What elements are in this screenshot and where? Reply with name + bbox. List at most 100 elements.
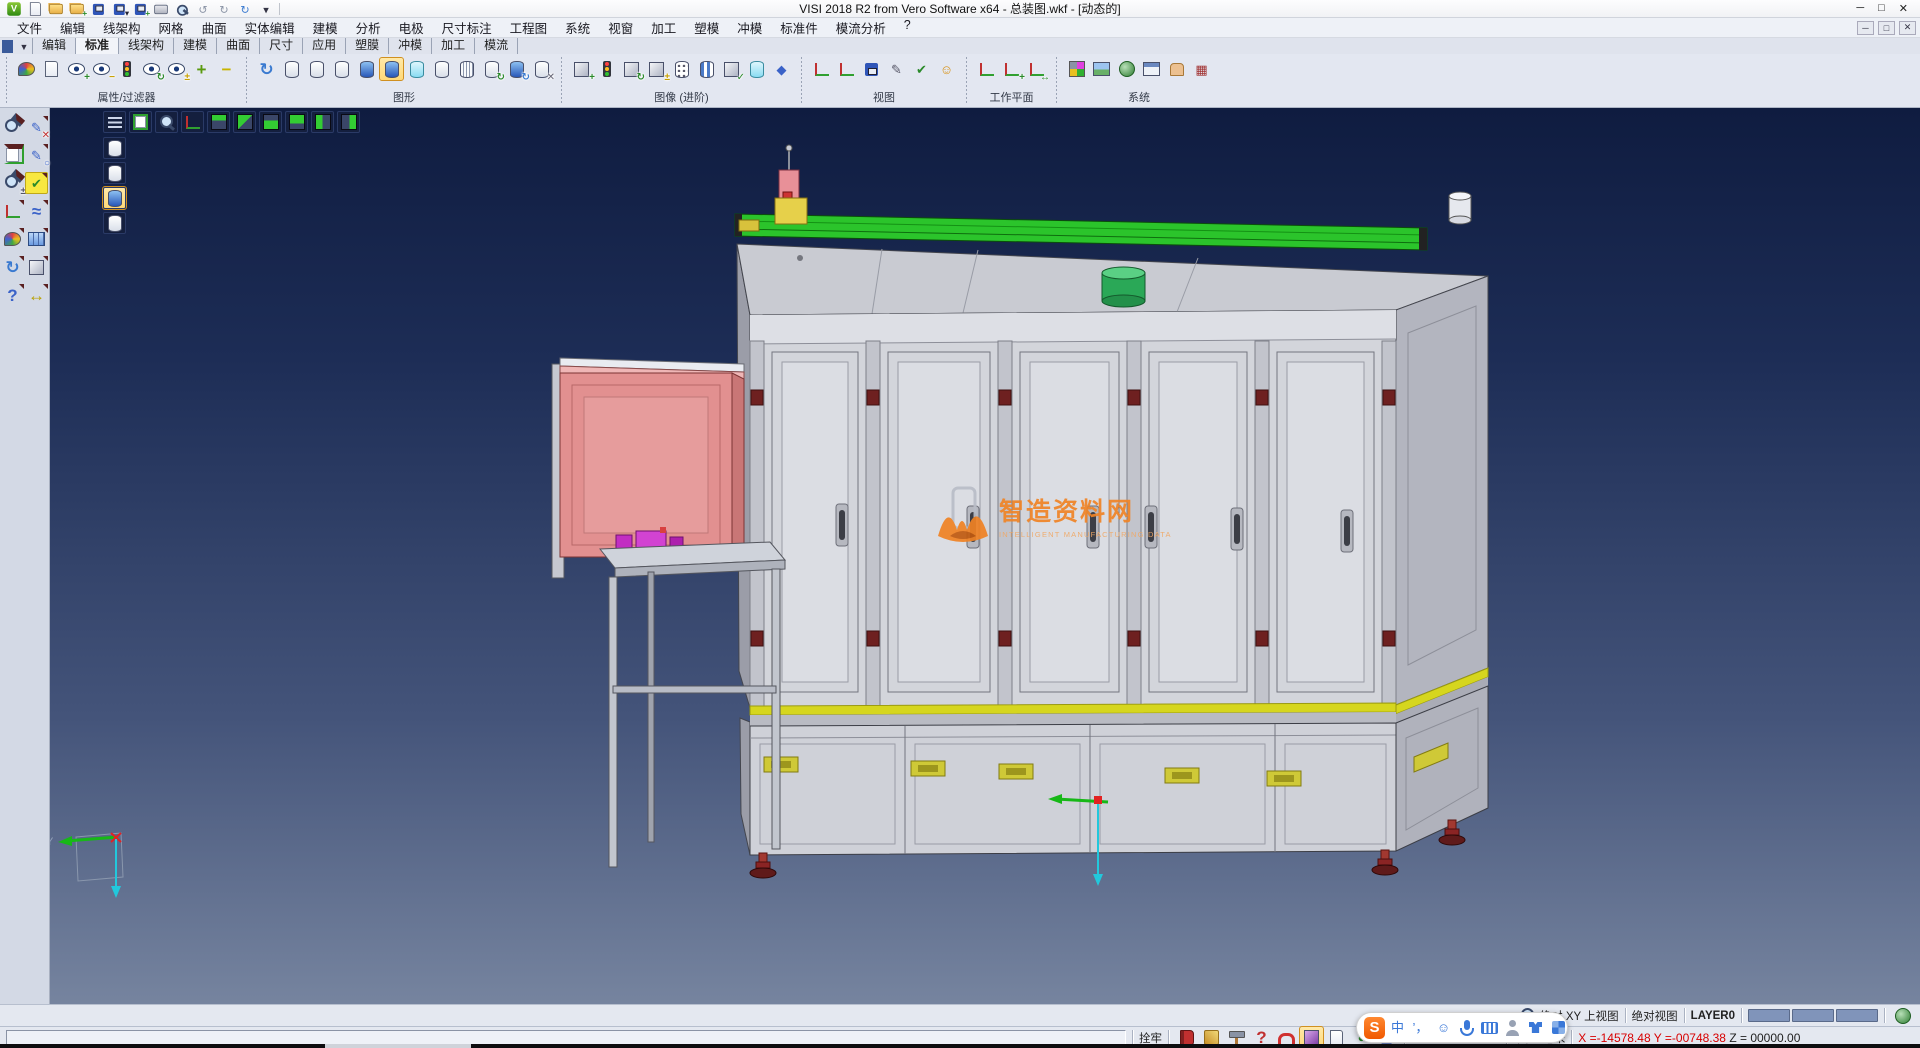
grid-icon[interactable] — [25, 228, 48, 250]
ime-punctuation[interactable]: ’， — [1410, 1017, 1431, 1039]
sketch-circle-icon[interactable]: ✎○ — [25, 144, 48, 166]
menu-曲面[interactable]: 曲面 — [193, 16, 236, 39]
menu-视窗[interactable]: 视窗 — [599, 16, 642, 39]
layer-white-2-icon[interactable] — [305, 58, 328, 80]
menu-模流分析[interactable]: 模流分析 — [827, 16, 895, 39]
ime-account-icon[interactable] — [1502, 1017, 1523, 1039]
workplane-main-icon[interactable] — [975, 58, 998, 80]
snap-settings-icon[interactable] — [1165, 58, 1188, 80]
strip-layer-3-icon[interactable] — [103, 212, 126, 234]
history-icon[interactable]: ↻ — [237, 2, 254, 16]
menu-分析[interactable]: 分析 — [347, 16, 390, 39]
system-settings-icon[interactable] — [1115, 58, 1138, 80]
scene-manager-icon[interactable] — [595, 58, 618, 80]
strip-layer-1-icon[interactable] — [103, 137, 126, 159]
view-back-icon[interactable] — [285, 111, 308, 133]
menu-编辑[interactable]: 编辑 — [51, 16, 94, 39]
delete-sketch-icon[interactable]: ✎✕ — [25, 116, 48, 138]
toggle-visibility-icon[interactable]: ± — [165, 58, 188, 80]
dynamic-zoom-icon[interactable] — [1, 116, 24, 138]
redo-icon[interactable]: ↻ — [216, 2, 233, 16]
view-iso-icon[interactable] — [233, 111, 256, 133]
ime-mode-chinese[interactable]: 中 — [1387, 1017, 1408, 1039]
scene-refresh-icon[interactable]: ↻ — [620, 58, 643, 80]
edit-view-icon[interactable]: ✎ — [885, 58, 908, 80]
workplane-icon[interactable] — [1, 200, 24, 222]
menu-实体编辑[interactable]: 实体编辑 — [236, 16, 304, 39]
layer-color-swatch-3[interactable] — [1836, 1009, 1878, 1022]
layer-blue-icon[interactable] — [355, 58, 378, 80]
color-table-icon[interactable] — [1065, 58, 1088, 80]
ime-toolbox-icon[interactable] — [1548, 1017, 1569, 1039]
print-icon[interactable] — [153, 2, 170, 16]
hide-all-icon[interactable]: − — [215, 58, 238, 80]
open-file-icon[interactable] — [48, 2, 65, 16]
import-file-icon[interactable]: + — [69, 2, 86, 16]
layer-blue-selected-icon[interactable] — [380, 58, 403, 80]
background-icon[interactable] — [1090, 58, 1113, 80]
sketch-spline-icon[interactable]: ≈ — [25, 200, 48, 222]
menu-工程图[interactable]: 工程图 — [501, 16, 557, 39]
layer-color-swatch-2[interactable] — [1792, 1009, 1834, 1022]
display-solid-icon[interactable]: ◆ — [770, 58, 793, 80]
zoom-window-icon[interactable]: ± — [1, 172, 24, 194]
strip-layer-2-icon[interactable] — [103, 162, 126, 184]
view-right-icon[interactable] — [337, 111, 360, 133]
save-view-icon[interactable] — [860, 58, 883, 80]
visi-logo[interactable]: V — [6, 2, 23, 16]
menu-塑模[interactable]: 塑模 — [685, 16, 728, 39]
display-points-icon[interactable] — [670, 58, 693, 80]
view-axes-1-icon[interactable] — [810, 58, 833, 80]
menu-建模[interactable]: 建模 — [304, 16, 347, 39]
layer-color-swatch-1[interactable] — [1748, 1009, 1790, 1022]
apply-view-icon[interactable]: ✔ — [910, 58, 933, 80]
document-restore-button[interactable]: □ — [1878, 21, 1895, 35]
layer-settings-icon[interactable]: ✕ — [530, 58, 553, 80]
attributes-copy-icon[interactable] — [40, 58, 63, 80]
sogou-logo[interactable]: S — [1364, 1017, 1385, 1039]
attributes-color-icon[interactable] — [15, 58, 38, 80]
ime-keyboard-icon[interactable] — [1479, 1017, 1500, 1039]
window-maximize-button[interactable]: □ — [1878, 2, 1885, 15]
layer-white-3-icon[interactable] — [330, 58, 353, 80]
layer-white-1-icon[interactable] — [280, 58, 303, 80]
menu-电极[interactable]: 电极 — [390, 16, 433, 39]
ime-skin-icon[interactable] — [1525, 1017, 1546, 1039]
confirm-icon[interactable]: ✔ — [25, 172, 48, 194]
hide-entities-icon[interactable]: − — [90, 58, 113, 80]
save-all-icon[interactable]: + — [132, 2, 149, 16]
scene-add-icon[interactable]: + — [570, 58, 593, 80]
model-viewport[interactable]: 智造资料网 INTELLIGENT MANUFACTURING DATA — [50, 108, 1920, 1004]
ime-emoji-icon[interactable]: ☺ — [1433, 1017, 1454, 1039]
save-icon[interactable] — [90, 2, 107, 16]
menu-系统[interactable]: 系统 — [556, 16, 599, 39]
menu-尺寸标注[interactable]: 尺寸标注 — [433, 16, 501, 39]
document-minimize-button[interactable]: ─ — [1857, 21, 1874, 35]
new-file-icon[interactable] — [27, 2, 44, 16]
zoom-fit-icon[interactable] — [1, 144, 24, 166]
print-preview-icon[interactable] — [174, 2, 191, 16]
view-top-icon[interactable] — [207, 111, 230, 133]
menu-冲模[interactable]: 冲模 — [728, 16, 771, 39]
help-icon[interactable]: ? — [1, 284, 24, 306]
regen-icon[interactable]: ↻ — [1, 256, 24, 278]
layer-copy-icon[interactable]: ↻ — [505, 58, 528, 80]
menu-?[interactable]: ? — [895, 16, 920, 39]
workplane-add-icon[interactable]: + — [1000, 58, 1023, 80]
menu-线架构[interactable]: 线架构 — [94, 16, 150, 39]
layer-refresh-icon[interactable]: ↻ — [480, 58, 503, 80]
workplane-align-icon[interactable]: ↔ — [1025, 58, 1048, 80]
layer-cyan-icon[interactable] — [405, 58, 428, 80]
dynamic-view-icon[interactable] — [155, 111, 178, 133]
layer-manager-icon[interactable] — [1, 228, 24, 250]
strip-layer-selected-icon[interactable] — [103, 187, 126, 209]
axis-triad-icon[interactable] — [181, 111, 204, 133]
grid-settings-icon[interactable]: ▦ — [1190, 58, 1213, 80]
window-options-icon[interactable] — [1140, 58, 1163, 80]
window-close-button[interactable]: ✕ — [1899, 2, 1908, 15]
window-minimize-button[interactable]: ─ — [1856, 2, 1864, 15]
absolute-view-button[interactable]: 绝对视图 — [1632, 1008, 1678, 1024]
show-all-icon[interactable]: + — [190, 58, 213, 80]
menu-标准件[interactable]: 标准件 — [771, 16, 827, 39]
display-shaded-icon[interactable] — [745, 58, 768, 80]
